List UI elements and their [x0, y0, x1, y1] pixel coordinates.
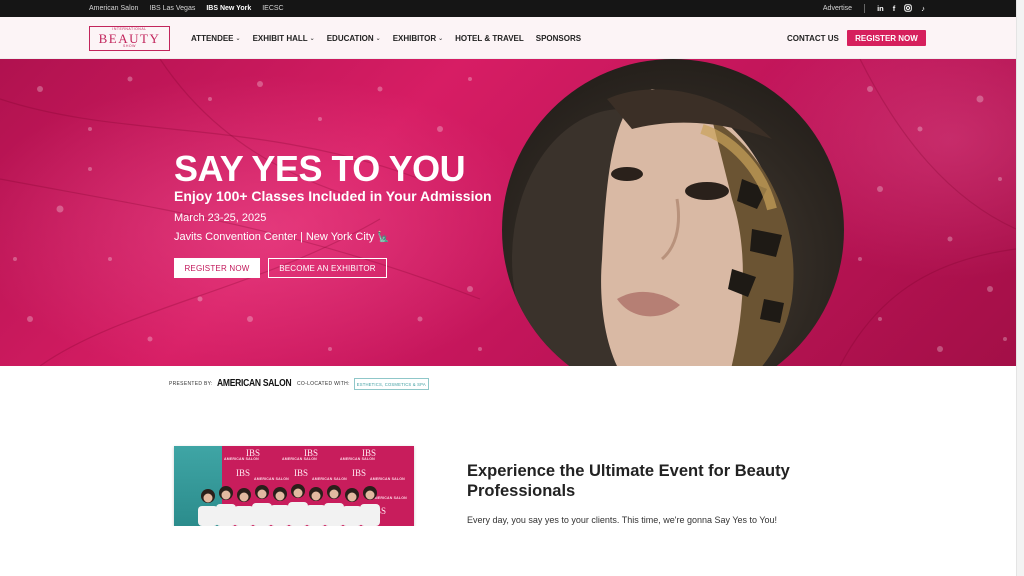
- nav-sponsors[interactable]: SPONSORS: [536, 34, 581, 43]
- colocated-label: CO-LOCATED WITH:: [297, 381, 350, 387]
- link-ibs-new-york[interactable]: IBS New York: [206, 5, 251, 12]
- section-body-text: Every day, you say yes to your clients. …: [467, 515, 778, 525]
- backdrop-as: AMERICAN SALON: [254, 477, 289, 481]
- event-venue: Javits Convention Center | New York City…: [174, 231, 390, 243]
- contact-us-link[interactable]: CONTACT US: [787, 17, 839, 59]
- linkedin-icon[interactable]: in: [877, 5, 884, 13]
- partners-strip: PRESENTED BY: AMERICAN SALON CO-LOCATED …: [0, 366, 1016, 402]
- hero-register-button[interactable]: REGISTER NOW: [174, 258, 260, 278]
- top-utility-bar: American Salon IBS Las Vegas IBS New Yor…: [0, 0, 1016, 17]
- nav-education[interactable]: EDUCATION ⌄: [327, 34, 381, 43]
- link-ibs-las-vegas[interactable]: IBS Las Vegas: [149, 5, 195, 12]
- link-american-salon[interactable]: American Salon: [89, 5, 138, 12]
- chevron-down-icon: ⌄: [375, 35, 381, 42]
- event-group-photo: IBS IBS IBS AMERICAN SALON AMERICAN SALO…: [174, 446, 414, 526]
- event-dates: March 23-25, 2025: [174, 212, 267, 224]
- nav-exhibitor[interactable]: EXHIBITOR ⌄: [393, 34, 443, 43]
- hero-banner: SAY YES TO YOU Enjoy 100+ Classes Includ…: [0, 59, 1016, 366]
- colocated-with: CO-LOCATED WITH: ESTHETICS, COSMETICS & …: [297, 378, 429, 390]
- nav-attendee[interactable]: ATTENDEE ⌄: [191, 34, 241, 43]
- divider: [864, 4, 866, 13]
- scrollbar[interactable]: [1016, 0, 1024, 576]
- register-now-button[interactable]: REGISTER NOW: [847, 30, 926, 46]
- viewport-cutoff: [0, 526, 1016, 576]
- chevron-down-icon: ⌄: [309, 35, 315, 42]
- nav-label: EXHIBITOR: [392, 33, 437, 43]
- main-header: INTERNATIONAL BEAUTY SHOW ATTENDEE ⌄ EXHI…: [0, 17, 1016, 59]
- nav-hotel-travel[interactable]: HOTEL & TRAVEL: [455, 34, 524, 43]
- link-iecsc[interactable]: IECSC: [262, 5, 283, 12]
- chevron-down-icon: ⌄: [235, 35, 241, 42]
- advertise-link[interactable]: Advertise: [823, 5, 852, 12]
- site-links: American Salon IBS Las Vegas IBS New Yor…: [89, 0, 284, 17]
- become-exhibitor-button[interactable]: BECOME AN EXHIBITOR: [268, 258, 387, 278]
- hero-title: SAY YES TO YOU: [174, 148, 466, 189]
- presented-by-label: PRESENTED BY:: [169, 380, 213, 387]
- section-heading: Experience the Ultimate Event for Beauty…: [467, 462, 790, 500]
- tiktok-icon[interactable]: ♪: [921, 5, 925, 13]
- backdrop-as: AMERICAN SALON: [370, 477, 405, 481]
- instagram-icon[interactable]: [904, 3, 913, 14]
- hero-portrait-image: [502, 59, 844, 366]
- nav-label: HOTEL & TRAVEL: [455, 33, 524, 43]
- statue-of-liberty-icon: 🗽: [377, 232, 390, 243]
- nav-label: EXHIBIT HALL: [252, 33, 308, 43]
- nav-label: EDUCATION: [326, 33, 374, 43]
- venue-text: Javits Convention Center | New York City: [174, 231, 375, 243]
- backdrop-ibs: IBS: [294, 468, 309, 478]
- logo-bottom-text: SHOW: [123, 44, 136, 49]
- backdrop-as: AMERICAN SALON: [282, 457, 317, 461]
- american-salon-logo[interactable]: AMERICAN SALON: [217, 378, 292, 389]
- topbar-right: Advertise in f ♪: [823, 0, 925, 17]
- nav-label: ATTENDEE: [191, 33, 234, 43]
- backdrop-ibs: IBS: [236, 468, 251, 478]
- logo-main-text: BEAUTY: [98, 30, 161, 46]
- iecsc-logo[interactable]: ESTHETICS, COSMETICS & SPA: [353, 378, 429, 390]
- backdrop-as: AMERICAN SALON: [340, 457, 375, 461]
- presented-by: PRESENTED BY: AMERICAN SALON: [169, 378, 304, 389]
- backdrop-as: AMERICAN SALON: [224, 457, 259, 461]
- hero-subtitle: Enjoy 100+ Classes Included in Your Admi…: [174, 188, 492, 204]
- chevron-down-icon: ⌄: [438, 35, 444, 42]
- backdrop-ibs: IBS: [352, 468, 367, 478]
- main-nav: ATTENDEE ⌄ EXHIBIT HALL ⌄ EDUCATION ⌄ EXHIB…: [191, 17, 581, 59]
- nav-label: SPONSORS: [535, 33, 582, 43]
- facebook-icon[interactable]: f: [893, 5, 896, 13]
- group-of-people: [198, 484, 380, 526]
- backdrop-as: AMERICAN SALON: [312, 477, 347, 481]
- site-logo[interactable]: INTERNATIONAL BEAUTY SHOW: [89, 26, 170, 51]
- nav-exhibit-hall[interactable]: EXHIBIT HALL ⌄: [253, 34, 315, 43]
